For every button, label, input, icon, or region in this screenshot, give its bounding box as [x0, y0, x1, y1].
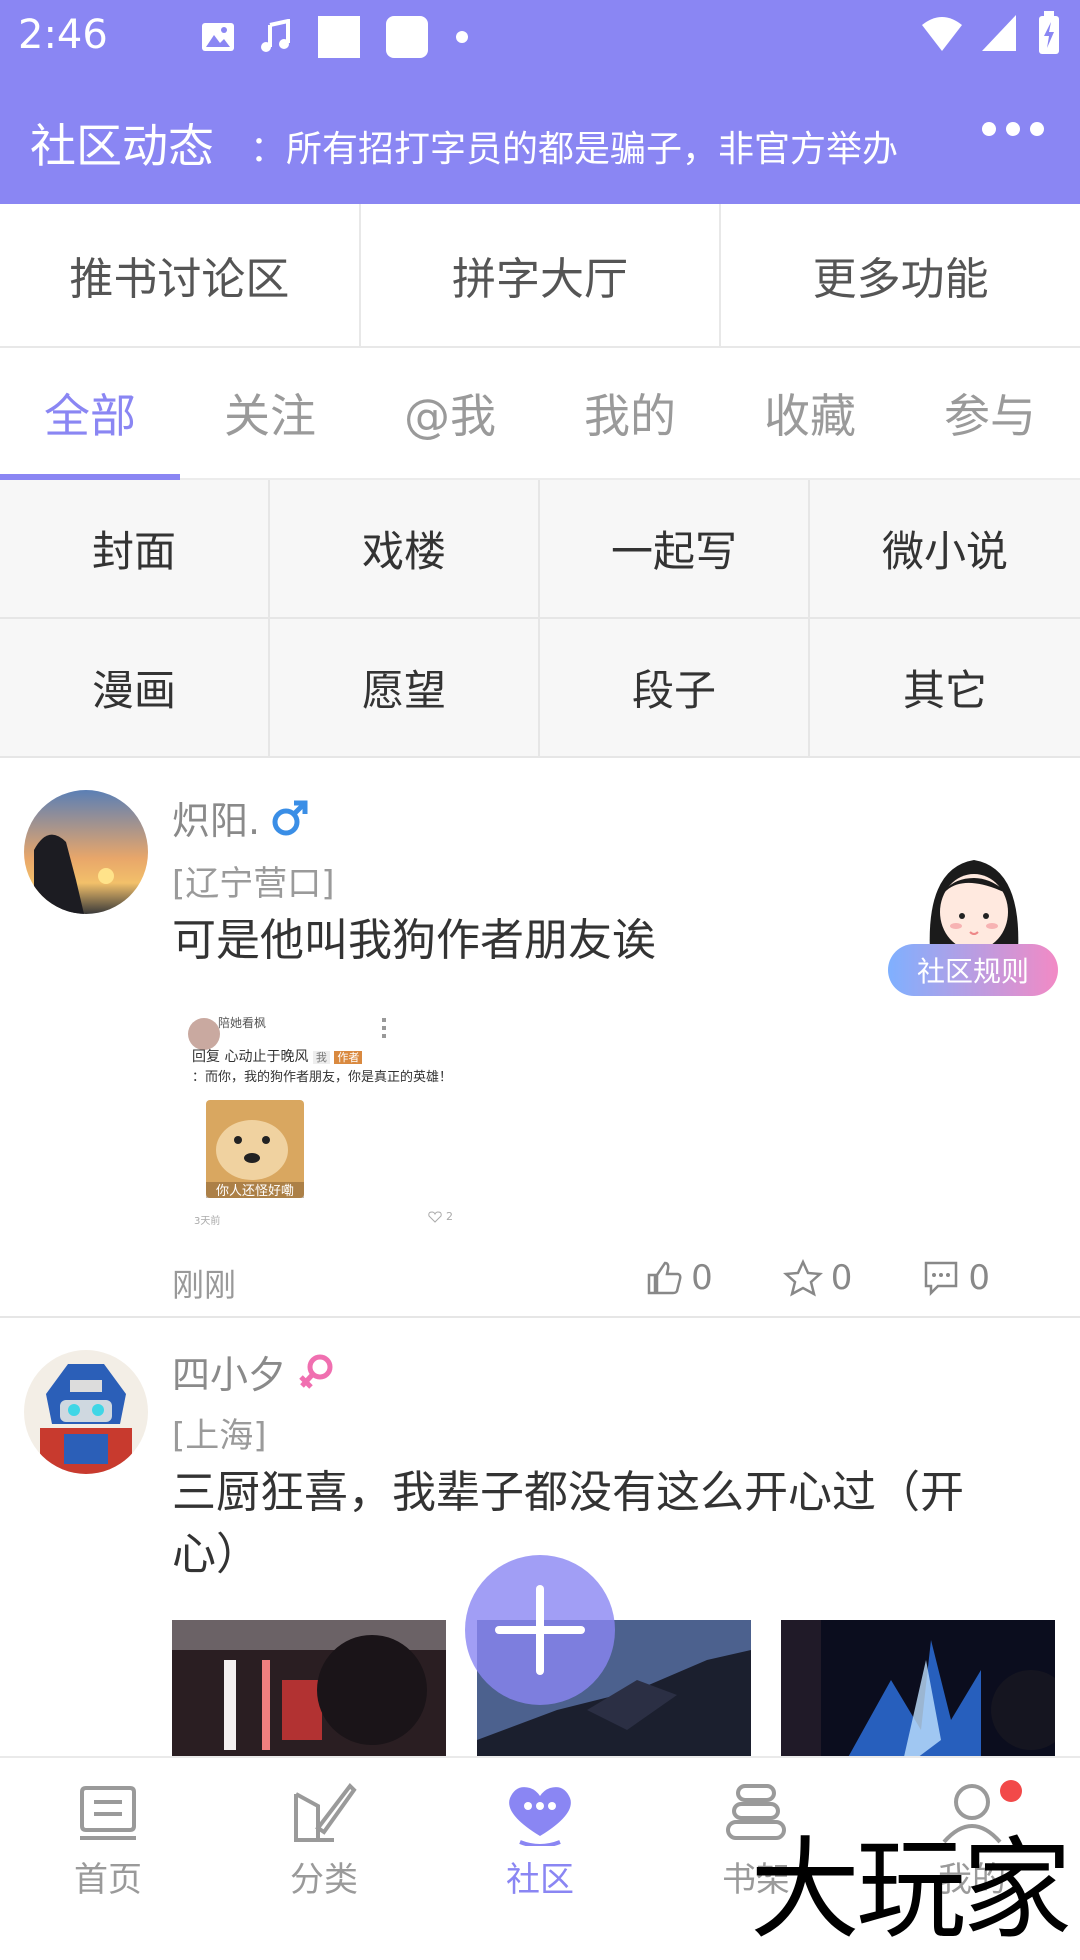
notice-marquee[interactable]: ：所有招打字员的都是骗子，非官方举办	[250, 120, 910, 170]
more-dot-icon	[1006, 122, 1020, 136]
category-micro-fiction[interactable]: 微小说	[810, 480, 1080, 619]
add-post-button[interactable]	[465, 1555, 615, 1705]
nav-home-label: 首页	[74, 1859, 142, 1900]
nav-community[interactable]: 社区	[432, 1758, 648, 1922]
watermark: 大玩家	[750, 1826, 1072, 1954]
post-content[interactable]: 三厨狂喜，我辈子都没有这么开心过（开心）	[172, 1462, 1012, 1586]
category-wishes[interactable]: 愿望	[270, 619, 540, 758]
community-heart-icon	[509, 1786, 571, 1846]
wifi-icon	[922, 17, 962, 51]
male-icon	[272, 800, 308, 835]
status-time: 2:46	[18, 12, 108, 58]
tab-following[interactable]: 关注	[180, 348, 360, 478]
post-image[interactable]: 陪她看枫 回复 心动止于晚风 我 作者 ：而你，我的狗作者朋友，你是真正的英雄！…	[172, 1000, 512, 1240]
like-button[interactable]: 0	[645, 1258, 713, 1298]
notification-icons	[200, 14, 472, 60]
post-location: [辽宁营口]	[172, 864, 335, 904]
image-icon	[202, 23, 234, 51]
status-bar: 2:46	[0, 0, 1080, 72]
nav-category[interactable]: 分类	[216, 1758, 432, 1922]
post-username[interactable]: 四小夕	[172, 1344, 336, 1399]
screenshot-likes-count: 2	[446, 1210, 453, 1223]
book-discussion-button[interactable]: 推书讨论区	[0, 204, 361, 346]
screenshot-tag-author: 作者	[334, 1051, 363, 1064]
notification-dot	[1000, 1780, 1022, 1802]
page-title: 社区动态	[30, 119, 214, 173]
battery-icon	[1039, 11, 1059, 54]
screenshot-tag-me: 我	[312, 1051, 330, 1064]
post-image[interactable]	[172, 1620, 446, 1756]
favorite-button[interactable]: 0	[782, 1258, 853, 1298]
post-content[interactable]: 可是他叫我狗作者朋友诶	[172, 910, 1012, 972]
home-book-icon	[80, 1785, 136, 1840]
avatar[interactable]	[24, 1350, 148, 1474]
category-pen-icon	[294, 1782, 357, 1842]
app-notification-icon	[318, 16, 360, 58]
screenshot-message: ：而你，我的狗作者朋友，你是真正的英雄！	[192, 1070, 453, 1085]
community-rules-label: 社区规则	[888, 944, 1058, 996]
tab-mentions[interactable]: @我	[360, 348, 540, 478]
more-notifications-dot-icon	[456, 31, 468, 43]
tab-favorites[interactable]: 收藏	[720, 348, 900, 478]
post-location: [上海]	[172, 1416, 267, 1456]
screenshot-reply-text: 回复 心动止于晚风	[192, 1049, 309, 1065]
screenshot-user: 陪她看枫	[218, 1016, 267, 1030]
nav-home[interactable]: 首页	[0, 1758, 216, 1922]
app-bar: 社区动态 ：所有招打字员的都是骗子，非官方举办	[0, 72, 1080, 204]
signal-icon	[982, 15, 1016, 51]
feed-tabs: 全部 关注 @我 我的 收藏 参与	[0, 348, 1080, 480]
more-dot-icon	[982, 122, 996, 136]
post-card[interactable]: 炽阳. [辽宁营口] 可是他叫我狗作者朋友诶 陪她看枫 回复 心动止于晚风 我 …	[0, 760, 1080, 1318]
more-functions-button[interactable]: 更多功能	[721, 204, 1080, 346]
category-theater[interactable]: 戏楼	[270, 480, 540, 619]
screenshot-likes: 2	[428, 1210, 453, 1223]
thumbs-up-icon	[647, 1261, 682, 1295]
post-stats: 0 0 0	[645, 1258, 990, 1298]
comment-icon	[925, 1261, 958, 1297]
comment-count: 0	[968, 1258, 990, 1298]
avatar[interactable]	[24, 790, 148, 914]
notice-text: ：所有招打字员的都是骗子，非官方举办	[250, 129, 899, 170]
tab-mine[interactable]: 我的	[540, 348, 720, 478]
tab-all[interactable]: 全部	[0, 348, 180, 480]
more-menu-button[interactable]	[982, 122, 1044, 136]
screenshot-age: 3天前	[194, 1216, 221, 1227]
sticker-caption: 你人还怪好嘞	[215, 1184, 294, 1199]
tab-participated[interactable]: 参与	[900, 348, 1080, 478]
comment-button[interactable]: 0	[922, 1258, 990, 1298]
category-write-together[interactable]: 一起写	[540, 480, 810, 619]
community-rules-button[interactable]: 社区规则	[888, 848, 1058, 998]
category-other[interactable]: 其它	[810, 619, 1080, 758]
more-dot-icon	[1030, 122, 1044, 136]
screenshot-reply: 回复 心动止于晚风 我 作者	[192, 1046, 363, 1066]
nav-community-label: 社区	[506, 1859, 574, 1900]
username-text: 炽阳.	[172, 799, 261, 843]
post-time: 刚刚	[172, 1266, 237, 1304]
nav-category-label: 分类	[290, 1859, 358, 1900]
star-icon	[782, 1259, 823, 1297]
app-notification-icon-2	[386, 16, 428, 58]
post-username[interactable]: 炽阳.	[172, 790, 310, 845]
username-text: 四小夕	[172, 1353, 287, 1397]
girl-mascot-icon	[929, 860, 1019, 952]
system-icons	[920, 10, 1062, 56]
female-icon	[299, 1354, 333, 1389]
like-count: 0	[691, 1258, 713, 1298]
category-grid: 封面 戏楼 一起写 微小说 漫画 愿望 段子 其它	[0, 480, 1080, 758]
music-icon	[261, 19, 290, 52]
heart-icon	[428, 1210, 442, 1223]
typing-hall-button[interactable]: 拼字大厅	[361, 204, 722, 346]
post-image[interactable]	[781, 1620, 1071, 1756]
category-jokes[interactable]: 段子	[540, 619, 810, 758]
category-cover[interactable]: 封面	[0, 480, 270, 619]
favorite-count: 0	[830, 1258, 853, 1298]
function-bar: 推书讨论区 拼字大厅 更多功能	[0, 204, 1080, 348]
category-comics[interactable]: 漫画	[0, 619, 270, 758]
